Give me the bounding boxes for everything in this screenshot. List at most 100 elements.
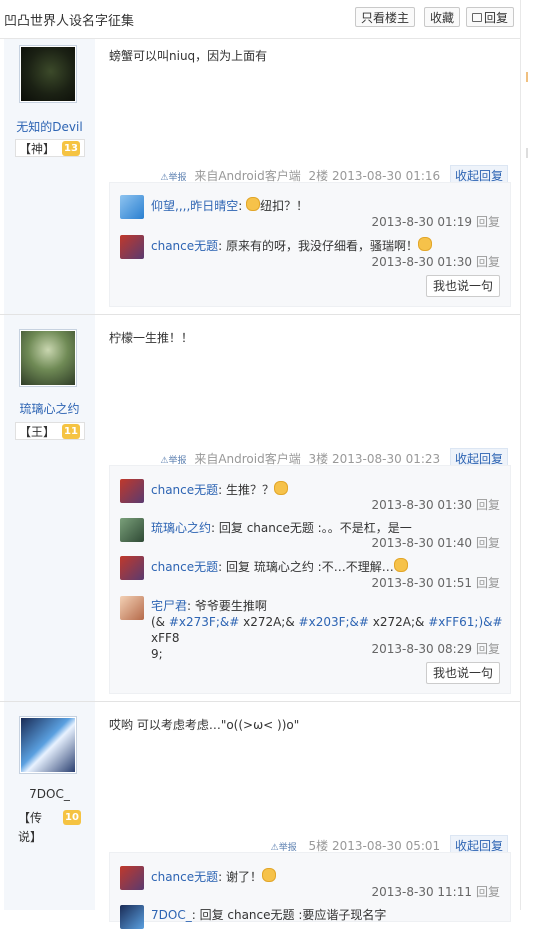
reply-link-text[interactable]: #x273F;&# xyxy=(169,615,239,629)
say-something-button[interactable]: 我也说一句 xyxy=(425,662,500,684)
reply-link[interactable]: 回复 xyxy=(476,642,500,656)
client-link[interactable]: 来自Android客户端 xyxy=(194,169,300,183)
reply-body: 回复 chance无题 :要应谐子现名字 xyxy=(199,908,387,922)
reply-text: 仰望,,,,昨日晴空: 纽扣？！ xyxy=(151,197,503,214)
author-panel: 7DOC_ 【传 10 说】 xyxy=(4,702,95,910)
author-panel: 无知的Devil 【神】 13 xyxy=(4,39,95,314)
reply-body: xFF8 xyxy=(151,631,180,645)
reply-time-row: 2013-8-30 01:30 回复 xyxy=(371,496,500,513)
reply-body: 谢了！ xyxy=(226,870,263,884)
reply-user[interactable]: 7DOC_ xyxy=(151,908,192,922)
reply-box: 仰望,,,,昨日晴空: 纽扣？！ 2013-8-30 01:19 回复 chanc… xyxy=(109,182,511,307)
avatar[interactable] xyxy=(19,716,77,774)
reply-user[interactable]: chance无题 xyxy=(151,483,218,497)
reply-time: 2013-8-30 01:30 xyxy=(371,255,472,269)
reply-user[interactable]: 仰望,,,,昨日晴空 xyxy=(151,199,238,213)
level-badge: 11 xyxy=(62,424,80,439)
avatar[interactable] xyxy=(19,329,77,387)
reply-time-row: 2013-8-30 01:40 回复 xyxy=(371,534,500,551)
reply-time-row: 2013-8-30 08:29 回复 xyxy=(371,640,500,657)
reply-link[interactable]: 回复 xyxy=(476,536,500,550)
reply-body: 回复 琉璃心之约 :不…不理解… xyxy=(226,560,394,574)
smiley-icon xyxy=(274,481,289,495)
rank-title: 【神】 xyxy=(19,142,56,156)
post-content: 柠檬一生推！！ xyxy=(109,331,194,345)
favorite-button[interactable]: 收藏 xyxy=(424,7,460,27)
rank-title: 【传 xyxy=(18,811,43,825)
reply-body: 生推？？ xyxy=(226,483,275,497)
reply-time: 2013-8-30 01:40 xyxy=(371,536,472,550)
reply-body: 爷爷要生推啊 xyxy=(194,599,267,613)
floor-number: 5楼 xyxy=(308,839,329,853)
author-name[interactable]: 7DOC_ xyxy=(4,787,95,801)
edge-marker xyxy=(526,148,528,158)
reply-user[interactable]: 琉璃心之约 xyxy=(151,521,211,535)
reply-avatar[interactable] xyxy=(120,866,144,890)
reply-link[interactable]: 回复 xyxy=(476,576,500,590)
rank-title: 【王】 xyxy=(19,425,56,439)
reply-link[interactable]: 回复 xyxy=(476,885,500,899)
reply-separator: : xyxy=(187,599,195,613)
reply-body: 纽扣？！ xyxy=(260,199,309,213)
reply-avatar[interactable] xyxy=(120,905,144,929)
rank-badge: 【王】 11 xyxy=(15,422,85,440)
rank-badge: 【传 10 xyxy=(15,809,85,827)
reply-time: 2013-8-30 08:29 xyxy=(371,642,472,656)
reply-text: chance无题: 回复 琉璃心之约 :不…不理解… xyxy=(151,558,503,575)
reply-user[interactable]: chance无题 xyxy=(151,560,218,574)
reply-link-text[interactable]: #xFF61;)&# xyxy=(428,615,502,629)
reply-avatar[interactable] xyxy=(120,235,144,259)
post-floor-3: 琉璃心之约 【王】 11 柠檬一生推！！ ⚠举报 来自Android客户端 3楼… xyxy=(0,315,520,702)
reply-avatar[interactable] xyxy=(120,556,144,580)
post-time: 2013-08-30 01:16 xyxy=(332,169,441,183)
client-link[interactable]: 来自Android客户端 xyxy=(194,452,300,466)
reply-time: 2013-8-30 01:30 xyxy=(371,498,472,512)
reply-separator: : xyxy=(191,908,200,922)
avatar[interactable] xyxy=(19,45,77,103)
reply-separator: : xyxy=(218,870,227,884)
reply-link-text[interactable]: #x203F;&# xyxy=(299,615,369,629)
only-op-button[interactable]: 只看楼主 xyxy=(355,7,415,27)
post-content: 螃蟹可以叫niuq，因为上面有 xyxy=(109,49,268,63)
reply-avatar[interactable] xyxy=(120,596,144,620)
rank-title-cont: 说】 xyxy=(18,830,43,844)
reply-separator: : xyxy=(218,560,227,574)
smiley-icon xyxy=(262,868,277,882)
reply-body: (& xyxy=(151,615,169,629)
edge-marker xyxy=(526,72,528,82)
reply-user[interactable]: chance无题 xyxy=(151,870,218,884)
post-time: 2013-08-30 05:01 xyxy=(332,839,441,853)
smiley-icon xyxy=(246,197,261,211)
reply-time: 2013-8-30 01:19 xyxy=(371,215,472,229)
thread-header: 凹凸世界人设名字征集 只看楼主 收藏 回复 xyxy=(0,0,520,39)
reply-box: chance无题: 生推？？ 2013-8-30 01:30 回复 琉璃心之约: … xyxy=(109,465,511,694)
reply-user[interactable]: 宅尸君 xyxy=(151,599,187,613)
reply-link[interactable]: 回复 xyxy=(476,498,500,512)
post-floor-5: 7DOC_ 【传 10 说】 哎哟 可以考虑考虑…"o((>ω< ))o" ⚠举… xyxy=(0,702,520,929)
reply-link[interactable]: 回复 xyxy=(476,255,500,269)
post-time: 2013-08-30 01:23 xyxy=(332,452,441,466)
say-something-button[interactable]: 我也说一句 xyxy=(425,275,500,297)
author-panel: 琉璃心之约 【王】 11 xyxy=(4,315,95,701)
reply-link[interactable]: 回复 xyxy=(476,215,500,229)
reply-time-row: 2013-8-30 11:11 回复 xyxy=(371,883,500,900)
reply-separator: : xyxy=(218,239,227,253)
reply-button[interactable]: 回复 xyxy=(466,7,514,27)
reply-body: 回复 chance无题 :。。不是杠，是一 xyxy=(218,521,412,535)
reply-time: 2013-8-30 01:51 xyxy=(371,576,472,590)
author-name[interactable]: 无知的Devil xyxy=(4,118,95,135)
author-name[interactable]: 琉璃心之约 xyxy=(4,400,95,417)
reply-box: chance无题: 谢了！ 2013-8-30 11:11 回复 7DOC_: 回… xyxy=(109,852,511,929)
level-badge: 10 xyxy=(63,810,81,825)
reply-avatar[interactable] xyxy=(120,518,144,542)
reply-user[interactable]: chance无题 xyxy=(151,239,218,253)
post-content: 哎哟 可以考虑考虑…"o((>ω< ))o" xyxy=(109,718,300,732)
reply-text: chance无题: 原来有的呀，我没仔细看，骚瑞啊！ xyxy=(151,237,503,254)
reply-time: 2013-8-30 11:11 xyxy=(371,885,472,899)
level-badge: 13 xyxy=(62,141,80,156)
smiley-icon xyxy=(393,558,408,572)
reply-avatar[interactable] xyxy=(120,195,144,219)
reply-icon xyxy=(471,13,482,22)
reply-separator: : xyxy=(238,199,247,213)
reply-avatar[interactable] xyxy=(120,479,144,503)
